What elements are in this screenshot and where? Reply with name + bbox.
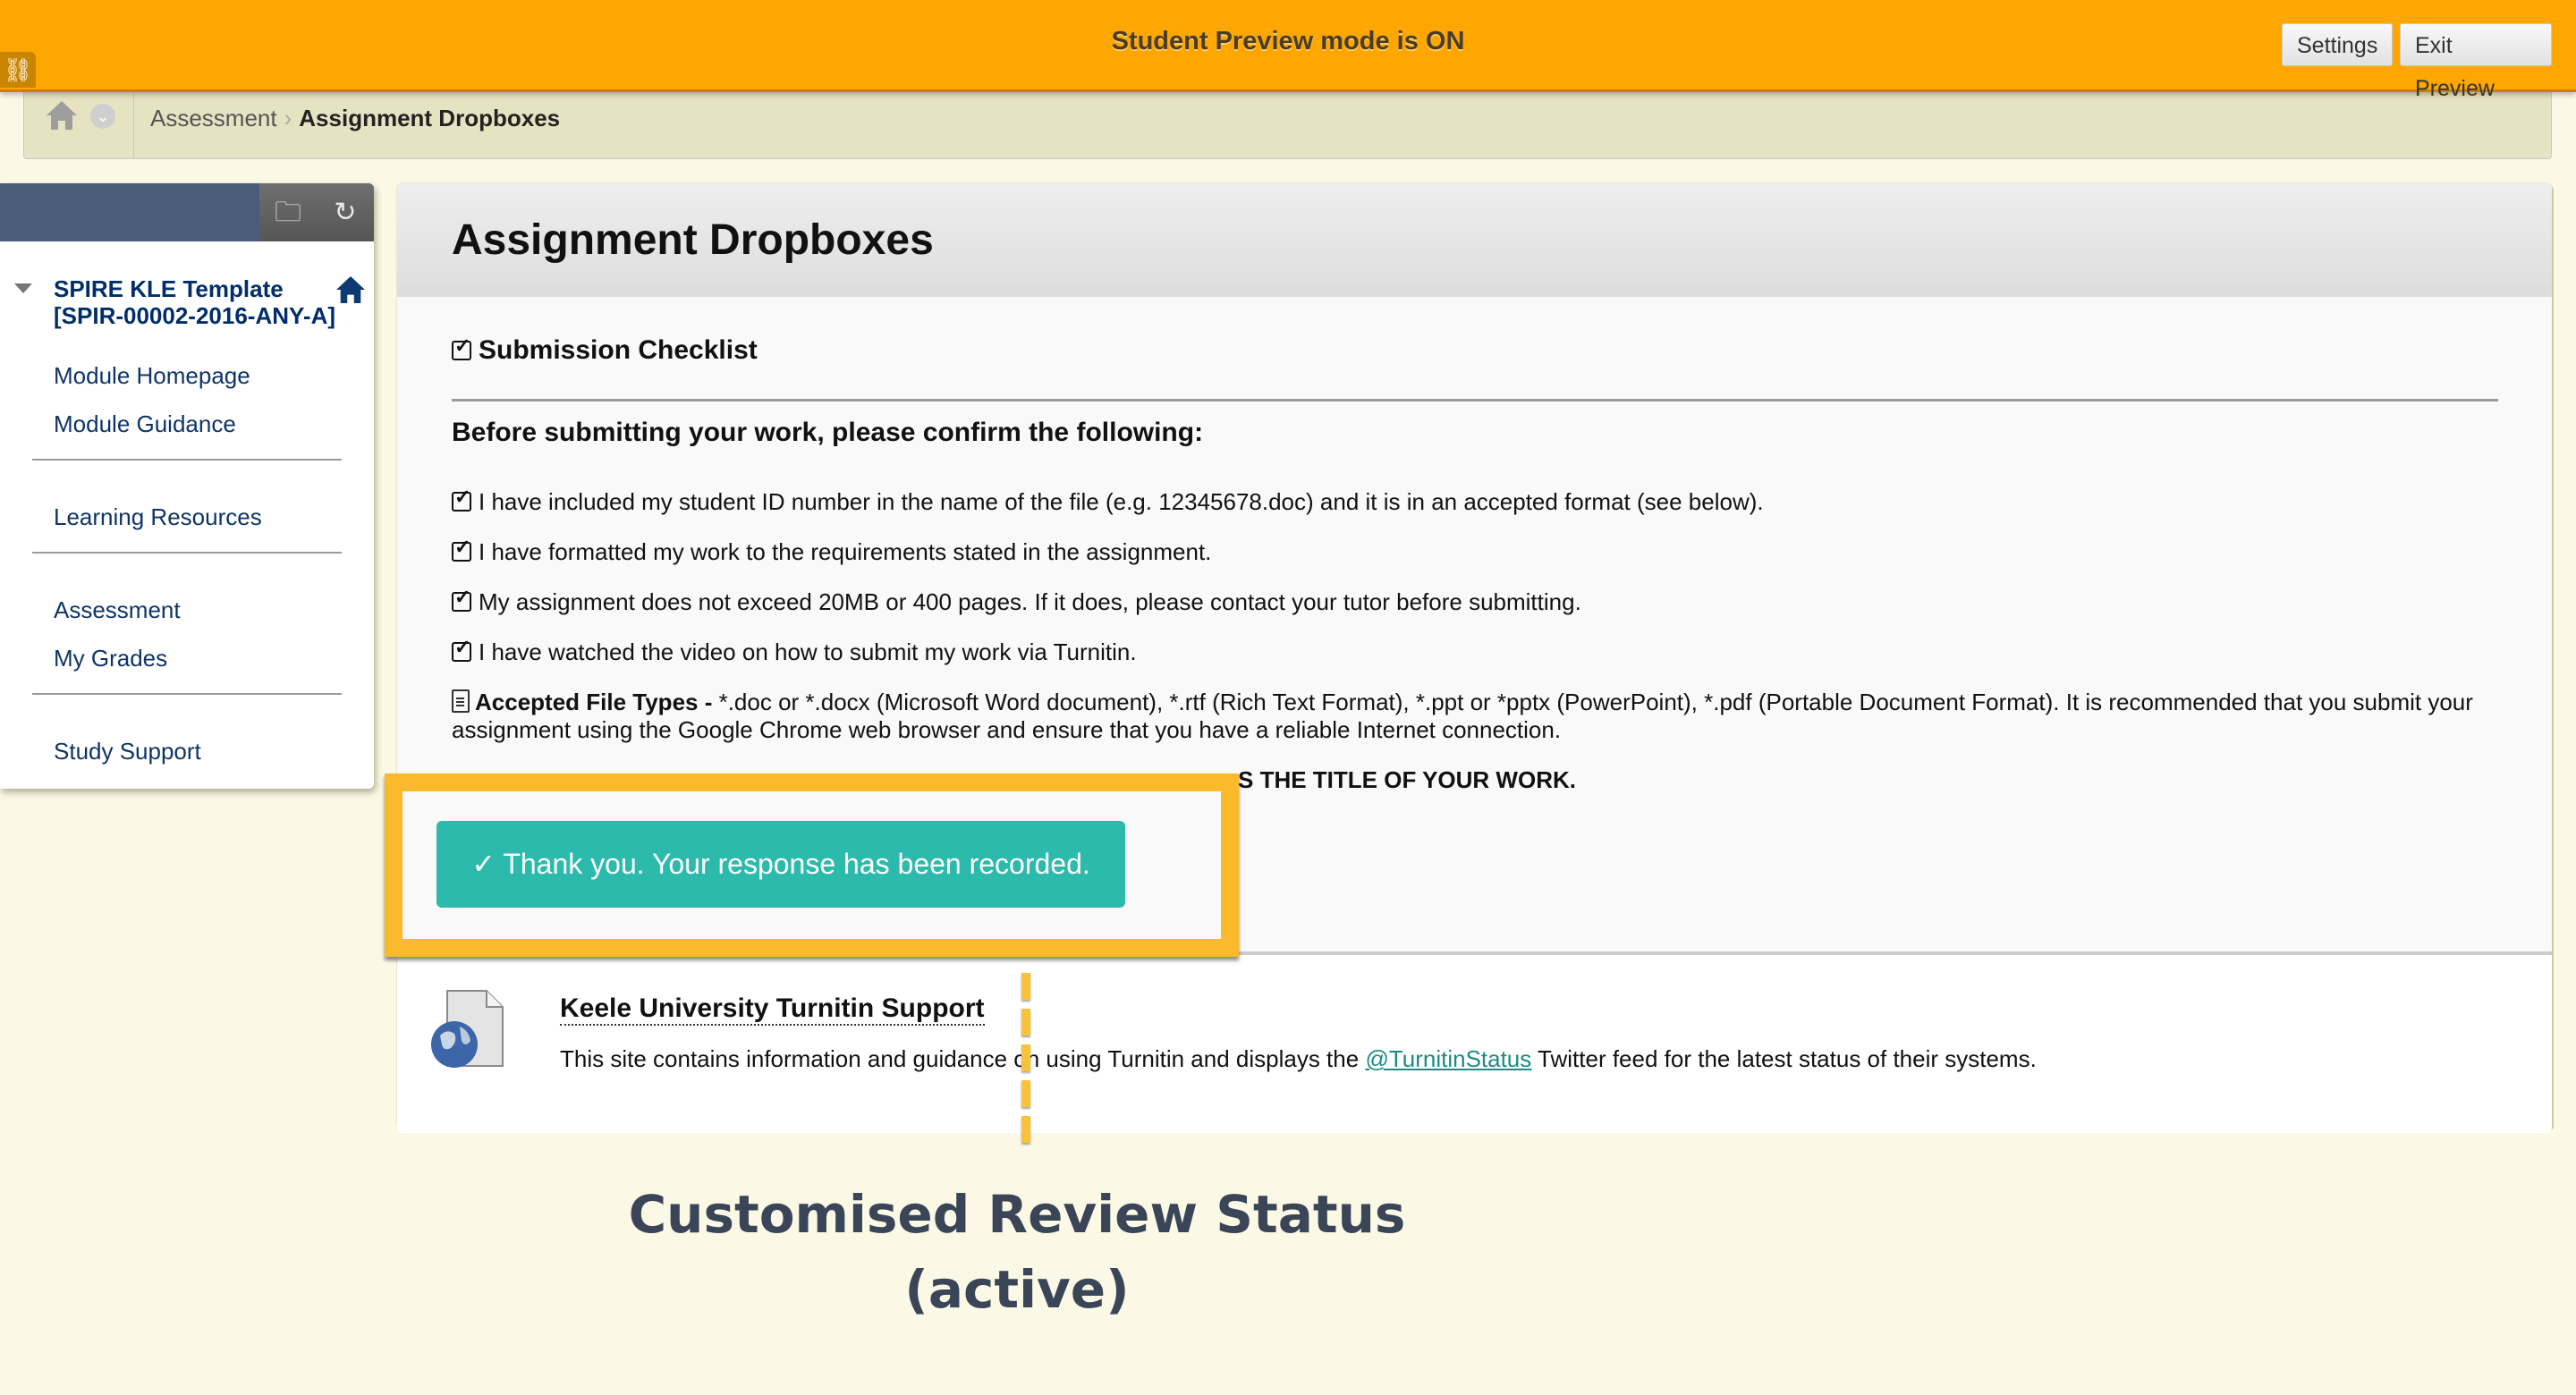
breadcrumb-trail: Assessment › Assignment Dropboxes bbox=[150, 105, 560, 132]
sidebar-item-my-grades[interactable]: My Grades bbox=[54, 645, 167, 672]
sidebar-header: 🗀 ↻ bbox=[0, 183, 374, 241]
main-content-panel: Assignment Dropboxes Submission Checklis… bbox=[397, 183, 2552, 1133]
checkbox-icon bbox=[452, 586, 471, 612]
confirm-heading: Before submitting your work, please conf… bbox=[452, 418, 1204, 447]
accepted-file-types-text: *.doc or *.docx (Microsoft Word document… bbox=[452, 689, 2473, 743]
breadcrumb-item-assessment[interactable]: Assessment bbox=[150, 105, 277, 131]
sidebar-divider bbox=[32, 459, 342, 461]
sidebar-item-assessment[interactable]: Assessment bbox=[54, 596, 181, 624]
checklist-item: I have included my student ID number in … bbox=[452, 486, 1764, 516]
page-title: Assignment Dropboxes bbox=[452, 216, 934, 264]
turnitin-support-item: Keele University Turnitin Support This s… bbox=[397, 951, 2552, 1133]
settings-button[interactable]: Settings bbox=[2282, 23, 2393, 66]
turnitin-support-description: This site contains information and guida… bbox=[560, 1045, 2037, 1073]
review-status-highlight: ✓ Thank you. Your response has been reco… bbox=[385, 774, 1239, 957]
turnitin-support-link[interactable]: Keele University Turnitin Support bbox=[560, 993, 985, 1026]
checklist-item: I have watched the video on how to submi… bbox=[452, 636, 1137, 666]
sidebar-item-learning-resources[interactable]: Learning Resources bbox=[54, 503, 262, 531]
accepted-file-types: Accepted File Types - *.doc or *.docx (M… bbox=[452, 689, 2500, 744]
exit-preview-button[interactable]: Exit Preview bbox=[2400, 23, 2552, 101]
submission-checklist-label: Submission Checklist bbox=[479, 335, 758, 365]
folder-icon[interactable]: 🗀 bbox=[259, 183, 318, 241]
document-icon bbox=[452, 689, 470, 713]
breadcrumb: ⌄ Assessment › Assignment Dropboxes bbox=[23, 89, 2552, 159]
checkbox-icon bbox=[452, 334, 471, 360]
chevron-down-icon[interactable]: ⌄ bbox=[90, 104, 115, 129]
breadcrumb-item-current: Assignment Dropboxes bbox=[299, 105, 561, 131]
checkbox-icon bbox=[452, 486, 471, 512]
course-title[interactable]: SPIRE KLE Template [SPIR-00002-2016-ANY-… bbox=[54, 275, 349, 329]
checklist-item-text: I have included my student ID number in … bbox=[479, 488, 1764, 515]
web-link-globe-icon bbox=[431, 990, 504, 1068]
breadcrumb-icons: ⌄ bbox=[24, 89, 134, 158]
description-text: This site contains information and guida… bbox=[560, 1045, 1366, 1072]
description-text: Twitter feed for the latest status of th… bbox=[1531, 1045, 2037, 1072]
link-icon[interactable]: ⛓ bbox=[0, 52, 36, 88]
partially-hidden-text: S THE TITLE OF YOUR WORK. bbox=[1238, 766, 1576, 793]
preview-mode-title: Student Preview mode is ON bbox=[1111, 27, 1465, 55]
home-icon[interactable] bbox=[46, 100, 78, 131]
submission-checklist-heading: Submission Checklist bbox=[452, 334, 758, 366]
annotation-caption: Customised Review Status (active) bbox=[570, 1177, 1464, 1327]
breadcrumb-separator: › bbox=[284, 105, 292, 131]
sidebar-item-module-guidance[interactable]: Module Guidance bbox=[54, 410, 236, 438]
sidebar-divider bbox=[32, 552, 342, 554]
checklist-item: I have formatted my work to the requirem… bbox=[452, 536, 1212, 566]
page-header: Assignment Dropboxes bbox=[397, 183, 2552, 297]
accepted-file-types-label: Accepted File Types - bbox=[475, 689, 719, 715]
sidebar-divider bbox=[32, 693, 342, 695]
checklist-item-text: I have formatted my work to the requirem… bbox=[479, 538, 1212, 565]
checklist-item-text: My assignment does not exceed 20MB or 40… bbox=[479, 588, 1581, 615]
student-preview-bar: ⛓ Student Preview mode is ON Settings Ex… bbox=[0, 0, 2576, 101]
annotation-caption-line1: Customised Review Status bbox=[628, 1184, 1406, 1245]
course-menu-sidebar: 🗀 ↻ SPIRE KLE Template [SPIR-00002-2016-… bbox=[0, 183, 374, 789]
annotation-caption-line2: (active) bbox=[904, 1259, 1130, 1320]
checklist-item: My assignment does not exceed 20MB or 40… bbox=[452, 586, 1581, 616]
annotation-connector-line bbox=[1021, 973, 1030, 1145]
course-home-icon[interactable] bbox=[335, 275, 366, 304]
sidebar-item-study-support[interactable]: Study Support bbox=[54, 738, 201, 765]
divider bbox=[452, 399, 2498, 402]
checklist-item-text: I have watched the video on how to submi… bbox=[479, 638, 1137, 665]
collapse-caret-icon[interactable] bbox=[14, 283, 32, 293]
sidebar-item-module-homepage[interactable]: Module Homepage bbox=[54, 362, 250, 390]
checkbox-icon bbox=[452, 536, 471, 562]
turnitin-status-link[interactable]: @TurnitinStatus bbox=[1365, 1045, 1531, 1072]
refresh-icon[interactable]: ↻ bbox=[317, 183, 374, 241]
response-recorded-button[interactable]: ✓ Thank you. Your response has been reco… bbox=[436, 821, 1125, 908]
checkbox-icon bbox=[452, 636, 471, 662]
